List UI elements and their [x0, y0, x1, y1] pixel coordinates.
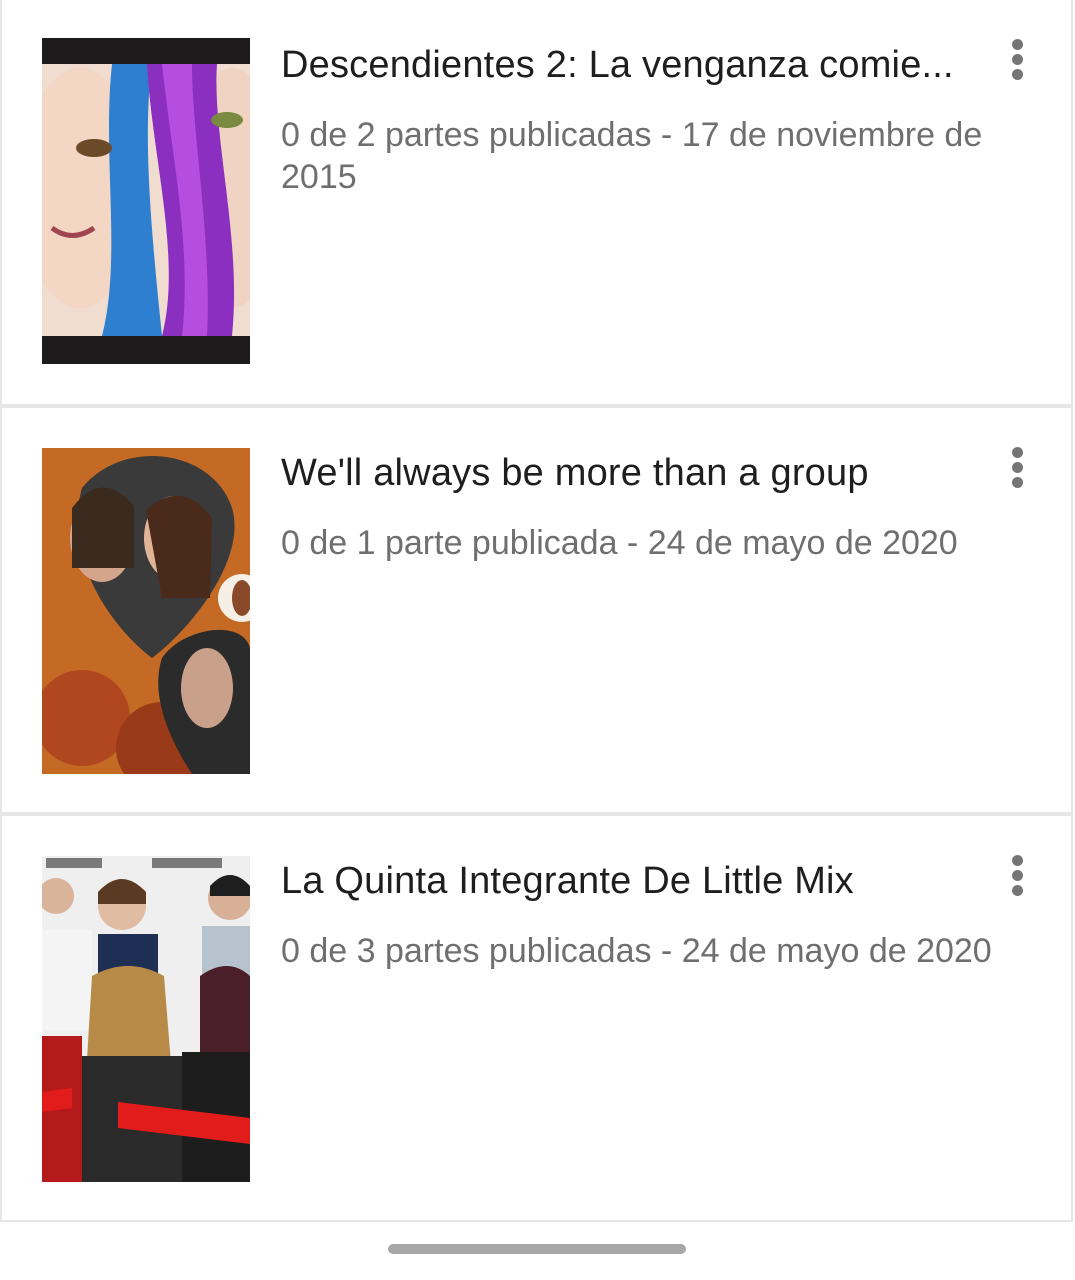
story-card[interactable]: We'll always be more than a group 0 de 1… [0, 406, 1073, 814]
story-title[interactable]: La Quinta Integrante De Little Mix [281, 860, 981, 903]
cover-image-heart-collage [42, 448, 250, 774]
story-meta: 0 de 3 partes publicadas - 24 de mayo de… [281, 930, 1021, 972]
cover-image-blue-purple-hair [42, 38, 250, 364]
more-vertical-icon[interactable] [998, 34, 1038, 88]
story-card[interactable]: Descendientes 2: La venganza comie... 0 … [0, 0, 1073, 406]
story-cover-image[interactable] [42, 448, 250, 774]
more-vertical-icon[interactable] [998, 850, 1038, 904]
story-cover-image[interactable] [42, 38, 250, 364]
story-cover-image[interactable] [42, 856, 250, 1182]
story-title[interactable]: Descendientes 2: La venganza comie... [281, 44, 981, 87]
story-title[interactable]: We'll always be more than a group [281, 452, 981, 495]
meta-separator: - [651, 116, 682, 154]
story-date: 24 de mayo de 2020 [647, 524, 958, 562]
story-parts: 0 de 3 partes publicadas [281, 932, 652, 970]
more-vertical-icon[interactable] [998, 442, 1038, 496]
meta-separator: - [617, 524, 648, 562]
cover-image-band-photo [42, 856, 250, 1182]
story-card[interactable]: La Quinta Integrante De Little Mix 0 de … [0, 814, 1073, 1222]
story-meta: 0 de 2 partes publicadas - 17 de noviemb… [281, 114, 1021, 198]
story-parts: 0 de 1 parte publicada [281, 524, 618, 562]
story-date: 24 de mayo de 2020 [681, 932, 992, 970]
story-parts: 0 de 2 partes publicadas [281, 116, 652, 154]
home-indicator[interactable] [388, 1244, 686, 1254]
story-meta: 0 de 1 parte publicada - 24 de mayo de 2… [281, 522, 1021, 564]
meta-separator: - [651, 932, 682, 970]
